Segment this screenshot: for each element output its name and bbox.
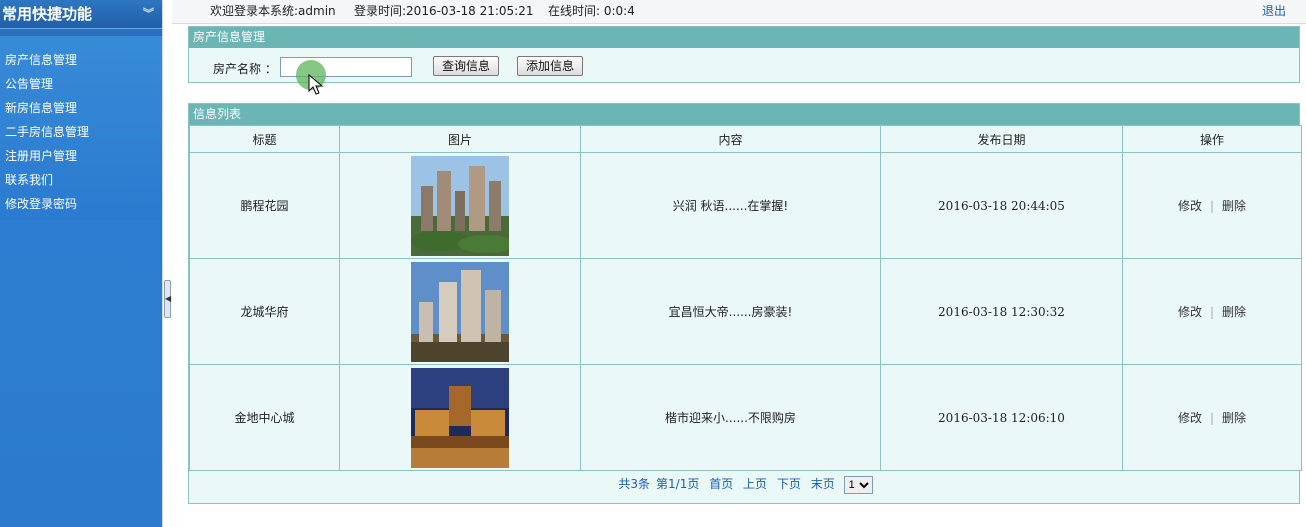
sidebar-divider bbox=[0, 28, 162, 36]
sidebar-item-change-password[interactable]: 修改登录密码 bbox=[0, 192, 162, 216]
row-title: 金地中心城 bbox=[189, 364, 340, 471]
sidebar-splitter[interactable]: ◀ bbox=[162, 0, 172, 527]
online-time-text: 在线时间: 0:0:4 bbox=[548, 4, 635, 18]
row-content: 楷市迎来小......不限购房 bbox=[580, 364, 881, 471]
collapse-sidebar-handle[interactable]: ◀ bbox=[164, 280, 171, 318]
logout-link[interactable]: 退出 bbox=[1262, 0, 1286, 22]
pager-page-info: 第1/1页 bbox=[656, 477, 700, 491]
column-header-title: 标题 bbox=[189, 125, 340, 153]
row-image-cell bbox=[339, 152, 581, 259]
column-header-image: 图片 bbox=[339, 125, 581, 153]
house-name-label: 房产名称 ： bbox=[213, 62, 277, 76]
collapse-chevron-icon[interactable]: ︾ bbox=[143, 0, 154, 28]
edit-link[interactable]: 修改 bbox=[1178, 199, 1202, 213]
action-separator: | bbox=[1209, 199, 1215, 213]
top-bar: 欢迎登录本系统:admin 登录时间:2016-03-18 21:05:21 在… bbox=[172, 0, 1306, 24]
house-table: 标题 图片 内容 发布日期 操作 鹏程花园 兴润 秋语......在掌握! 20… bbox=[189, 125, 1302, 471]
action-separator: | bbox=[1209, 411, 1215, 425]
pager-first-link[interactable]: 首页 bbox=[709, 477, 733, 491]
row-actions: 修改 | 删除 bbox=[1122, 364, 1302, 471]
row-content: 兴润 秋语......在掌握! bbox=[580, 152, 881, 259]
column-header-content: 内容 bbox=[580, 125, 881, 153]
row-date: 2016-03-18 20:44:05 bbox=[880, 152, 1123, 259]
row-actions: 修改 | 删除 bbox=[1122, 152, 1302, 259]
sidebar-menu: 房产信息管理 公告管理 新房信息管理 二手房信息管理 注册用户管理 联系我们 修… bbox=[0, 36, 162, 216]
row-date: 2016-03-18 12:30:32 bbox=[880, 258, 1123, 365]
house-photo[interactable] bbox=[411, 155, 509, 256]
edit-link[interactable]: 修改 bbox=[1178, 411, 1202, 425]
sidebar-background bbox=[0, 220, 162, 527]
pager-total: 共3条 bbox=[618, 477, 651, 491]
action-separator: | bbox=[1209, 305, 1215, 319]
sidebar-item-new-house[interactable]: 新房信息管理 bbox=[0, 96, 162, 120]
welcome-text: 欢迎登录本系统:admin bbox=[210, 4, 336, 18]
add-button[interactable]: 添加信息 bbox=[517, 56, 584, 76]
row-actions: 修改 | 删除 bbox=[1122, 258, 1302, 365]
sidebar-item-registered-users[interactable]: 注册用户管理 bbox=[0, 144, 162, 168]
pager-last-link[interactable]: 末页 bbox=[811, 477, 835, 491]
sidebar-item-house-info[interactable]: 房产信息管理 bbox=[0, 48, 162, 72]
sidebar-header: 常用快捷功能 ︾ bbox=[0, 0, 162, 28]
pager-prev-link[interactable]: 上页 bbox=[743, 477, 767, 491]
row-image-cell bbox=[339, 364, 581, 471]
edit-link[interactable]: 修改 bbox=[1178, 305, 1202, 319]
sidebar-item-contact-us[interactable]: 联系我们 bbox=[0, 168, 162, 192]
pager-next-link[interactable]: 下页 bbox=[777, 477, 801, 491]
house-photo[interactable] bbox=[411, 367, 509, 468]
search-panel: 房产信息管理 房产名称 ： 查询信息 添加信息 bbox=[188, 26, 1300, 83]
sidebar-title: 常用快捷功能 bbox=[2, 5, 93, 23]
column-header-actions: 操作 bbox=[1122, 125, 1302, 153]
row-title: 鹏程花园 bbox=[189, 152, 340, 259]
search-panel-title: 房产信息管理 bbox=[189, 27, 1299, 48]
table-row: 鹏程花园 兴润 秋语......在掌握! 2016-03-18 20:44:05… bbox=[189, 152, 1302, 259]
sidebar-item-announcements[interactable]: 公告管理 bbox=[0, 72, 162, 96]
table-row: 龙城华府 宜昌恒大帝......房豪装! 2016-03-18 12:30:32 bbox=[189, 258, 1302, 365]
sidebar: 常用快捷功能 ︾ 房产信息管理 公告管理 新房信息管理 二手房信息管理 注册用户… bbox=[0, 0, 162, 527]
row-title: 龙城华府 bbox=[189, 258, 340, 365]
table-header-row: 标题 图片 内容 发布日期 操作 bbox=[189, 125, 1302, 153]
pagination: 共3条 第1/1页 首页 上页 下页 末页 1 bbox=[189, 471, 1299, 499]
list-panel-title: 信息列表 bbox=[189, 104, 1299, 125]
row-date: 2016-03-18 12:06:10 bbox=[880, 364, 1123, 471]
login-time-text: 登录时间:2016-03-18 21:05:21 bbox=[354, 4, 534, 18]
column-header-date: 发布日期 bbox=[880, 125, 1123, 153]
query-button[interactable]: 查询信息 bbox=[433, 56, 500, 76]
house-photo[interactable] bbox=[411, 261, 509, 362]
table-row: 金地中心城 楷市迎来小......不限购房 2016-03-18 12:06:1… bbox=[189, 364, 1302, 471]
row-content: 宜昌恒大帝......房豪装! bbox=[580, 258, 881, 365]
delete-link[interactable]: 删除 bbox=[1222, 199, 1246, 213]
row-image-cell bbox=[339, 258, 581, 365]
sidebar-item-second-hand-house[interactable]: 二手房信息管理 bbox=[0, 120, 162, 144]
list-panel: 信息列表 标题 图片 内容 发布日期 操作 鹏程花园 兴润 秋语......在掌… bbox=[188, 103, 1302, 504]
page-select[interactable]: 1 bbox=[843, 475, 873, 494]
delete-link[interactable]: 删除 bbox=[1222, 411, 1246, 425]
delete-link[interactable]: 删除 bbox=[1222, 305, 1246, 319]
search-row: 房产名称 ： 查询信息 添加信息 bbox=[189, 48, 1299, 84]
mouse-pointer-icon bbox=[308, 74, 324, 95]
